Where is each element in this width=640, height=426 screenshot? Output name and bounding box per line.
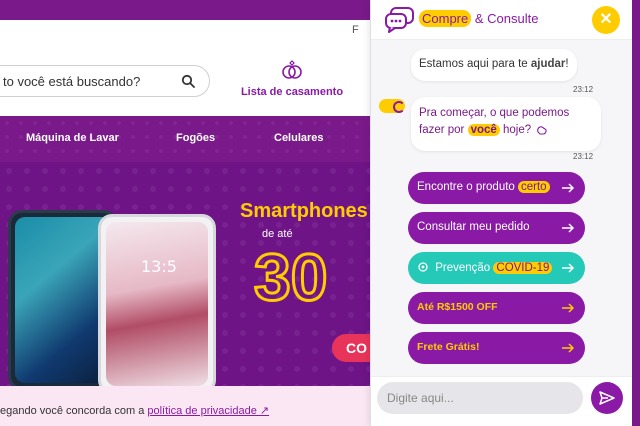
option-covid-prevention-button[interactable]: Prevenção COVID-19	[408, 252, 585, 284]
arrow-right-icon	[562, 183, 575, 193]
arrow-right-icon	[562, 343, 575, 353]
nav-item-stoves[interactable]: Fogões	[176, 132, 215, 144]
nav-item-phones[interactable]: Celulares	[274, 132, 324, 144]
message-timestamp: 23:12	[573, 85, 594, 94]
message-timestamp: 23:12	[573, 152, 594, 161]
arrow-right-icon	[562, 223, 575, 233]
phone-image-white: 13:5	[98, 214, 216, 386]
wedding-list-label: Lista de casamento	[240, 86, 344, 98]
arrow-right-icon	[562, 303, 575, 313]
chat-messages: Estamos aqui para te ajudar! 23:12 Pra c…	[371, 40, 632, 376]
promo-percent: 30	[252, 240, 328, 314]
bot-avatar-icon	[379, 99, 405, 113]
option-discount-button[interactable]: Até R$1500 OFF	[408, 292, 585, 324]
rings-icon	[282, 60, 302, 79]
chat-footer	[371, 376, 632, 426]
chat-widget: Compre & Consulte ✕ Estamos aqui para te…	[370, 0, 632, 426]
option-find-product-button[interactable]: Encontre o produto certo	[408, 172, 585, 204]
search-box[interactable]: to você está buscando?	[0, 65, 210, 97]
arrow-right-icon	[562, 263, 575, 273]
privacy-policy-link[interactable]: política de privacidade ↗	[147, 405, 269, 417]
chat-header: Compre & Consulte ✕	[371, 0, 632, 40]
send-icon	[599, 391, 615, 405]
bot-message-2: Pra começar, o que podemos fazer por voc…	[411, 97, 601, 151]
cookie-text: egando você concorda com a política de p…	[0, 405, 270, 417]
close-icon[interactable]: ✕	[592, 6, 620, 34]
option-free-shipping-button[interactable]: Frete Grátis!	[408, 332, 585, 364]
chat-title: Compre & Consulte	[419, 10, 538, 27]
virus-shield-icon	[418, 262, 428, 272]
search-icon[interactable]	[181, 74, 195, 88]
option-check-order-button[interactable]: Consultar meu pedido	[408, 212, 585, 244]
chat-bubble-logo-icon	[385, 7, 414, 33]
promo-title: Smartphones	[240, 200, 368, 222]
waving-hand-icon	[537, 126, 547, 136]
nav-item-washing-machine[interactable]: Máquina de Lavar	[26, 132, 119, 144]
header-partial-text: F	[352, 24, 359, 36]
phone-screen-time: 13:5	[141, 257, 177, 276]
search-placeholder: to você está buscando?	[3, 74, 141, 89]
send-button[interactable]	[591, 382, 623, 414]
bot-message-1: Estamos aqui para te ajudar!	[411, 49, 577, 81]
promo-subtitle: de até	[262, 228, 293, 240]
wedding-list-link[interactable]: Lista de casamento	[240, 60, 344, 100]
chat-message-input[interactable]	[377, 382, 583, 414]
